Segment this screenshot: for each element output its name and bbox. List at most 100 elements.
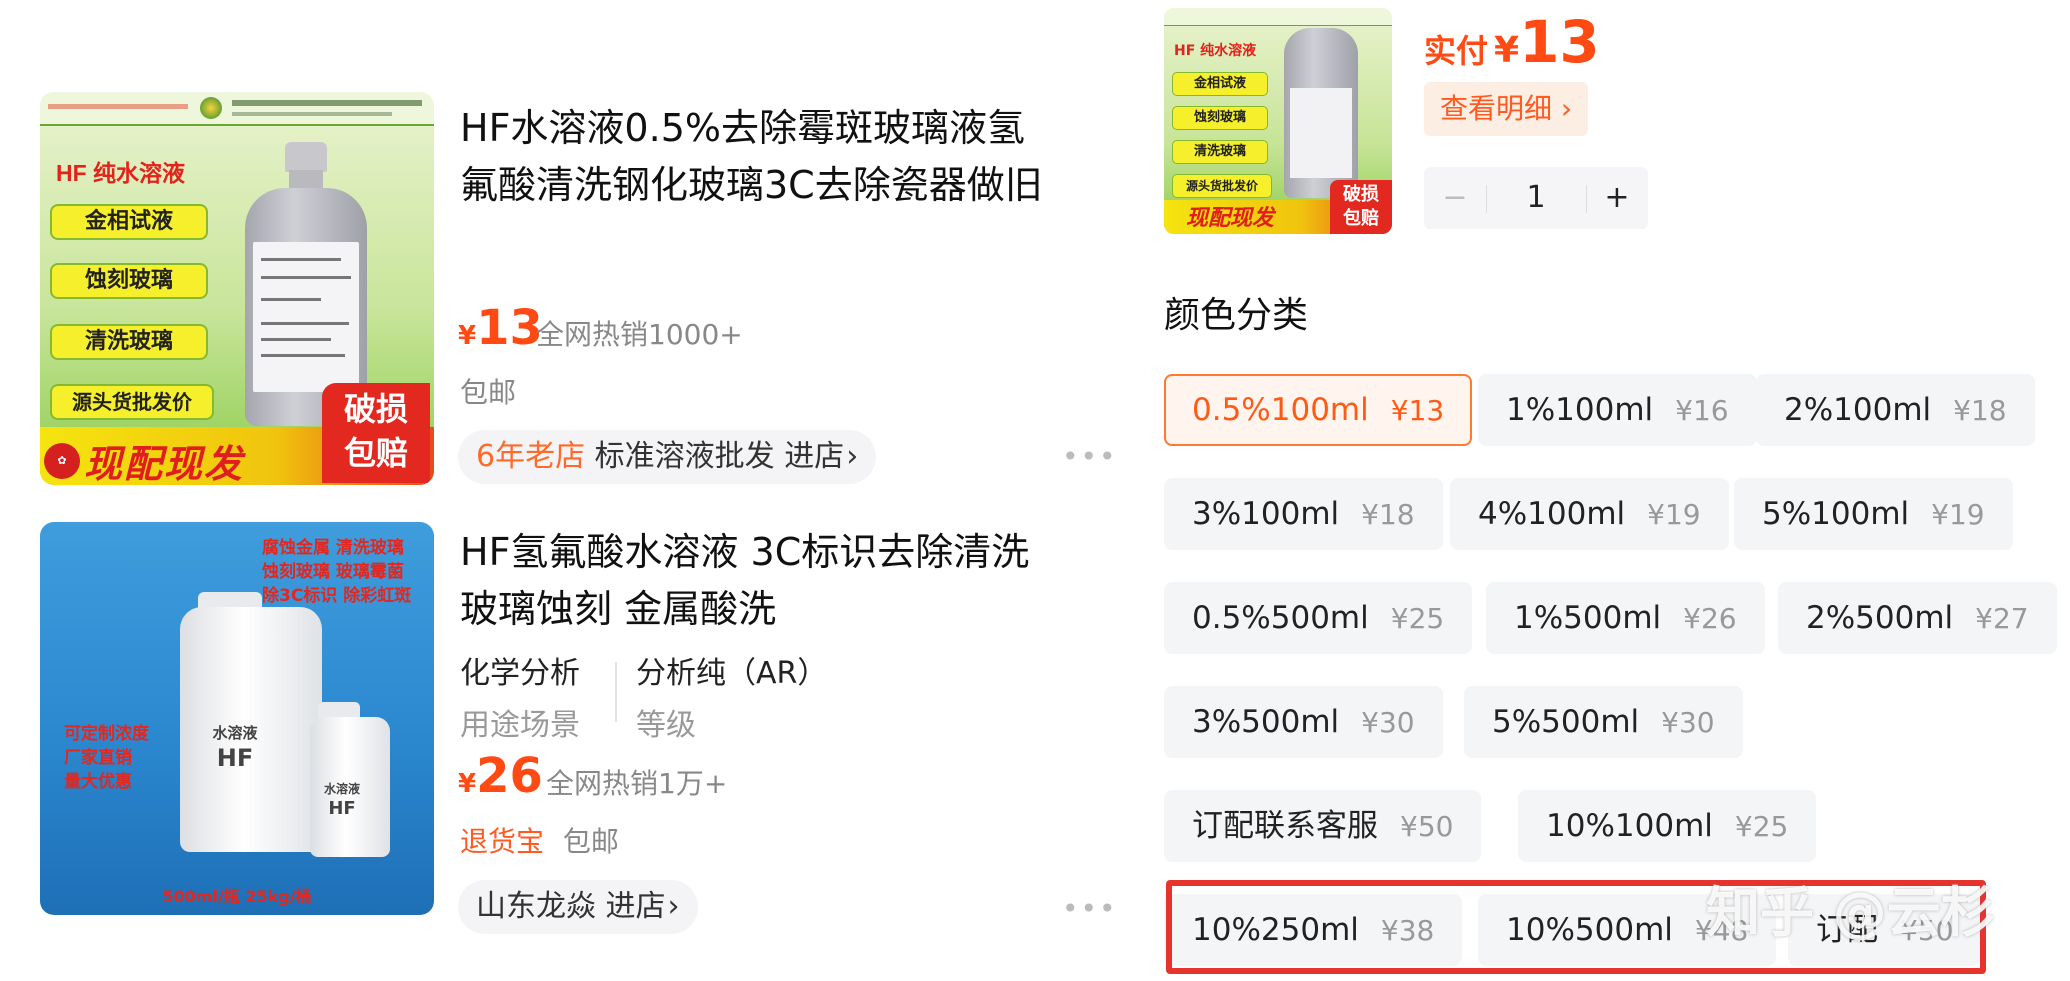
thumb-title: HF 纯水溶液 bbox=[1174, 43, 1257, 59]
paid-symbol: ¥ bbox=[1494, 30, 1520, 71]
option-price: ¥13 bbox=[1390, 394, 1445, 427]
option-name: 0.5%500ml bbox=[1192, 600, 1369, 636]
option-price: ¥18 bbox=[1953, 394, 2007, 427]
listing-1-title[interactable]: HF水溶液0.5%去除霉斑玻璃液氢 氟酸清洗钢化玻璃3C去除瓷器做旧 bbox=[460, 100, 1110, 214]
option-name: 订配联系客服 bbox=[1192, 808, 1378, 844]
sku-option-3-500ml[interactable]: 3%500ml ¥30 bbox=[1164, 686, 1443, 758]
sku-option-2-100ml[interactable]: 2%100ml ¥18 bbox=[1756, 374, 2035, 446]
image-red-text: 除3C标识 除彩虹斑 bbox=[262, 586, 412, 606]
listing-2-title[interactable]: HF氢氟酸水溶液 3C标识去除清洗 玻璃蚀刻 金属酸洗 bbox=[460, 524, 1110, 638]
plus-button[interactable]: + bbox=[1586, 167, 1648, 229]
broken-bottom: 包赔 bbox=[343, 434, 408, 472]
listing-1-sold: 全网热销1000+ bbox=[536, 318, 743, 351]
option-name: 4%100ml bbox=[1478, 496, 1626, 532]
thumb-badge: 清洗玻璃 bbox=[1172, 140, 1268, 164]
small-bottle-hf: HF bbox=[328, 798, 356, 819]
thumb-badge: 金相试液 bbox=[1172, 72, 1268, 96]
more-options-icon[interactable]: ••• bbox=[1062, 440, 1118, 473]
option-price: ¥26 bbox=[1683, 602, 1737, 635]
listing-1-shipping: 包邮 bbox=[460, 376, 517, 409]
image-red-text: 腐蚀金属 清洗玻璃 bbox=[262, 538, 404, 558]
big-bottle-hf: HF bbox=[216, 744, 254, 772]
shipping-badge: 包邮 bbox=[562, 825, 619, 858]
sku-option-5-500ml[interactable]: 5%500ml ¥30 bbox=[1464, 686, 1743, 758]
option-name: 1%100ml bbox=[1506, 392, 1654, 428]
chevron-right-icon: › bbox=[846, 439, 859, 474]
quantity-stepper: − 1 + bbox=[1424, 167, 1648, 229]
big-bottle-label: 水溶液 bbox=[212, 724, 258, 742]
listing-2-price: ¥26 bbox=[458, 748, 543, 804]
option-name: 3%100ml bbox=[1192, 496, 1340, 532]
spec-2-value: 分析纯（AR） bbox=[636, 656, 828, 691]
broken-top: 破损 bbox=[343, 390, 408, 428]
view-details-button[interactable]: 查看明细 › bbox=[1424, 82, 1589, 136]
enter-shop-label: 进店 bbox=[784, 439, 845, 474]
sku-option-custom-contact[interactable]: 订配联系客服 ¥50 bbox=[1164, 790, 1482, 862]
thumb-bottle-label bbox=[1290, 88, 1352, 178]
thumb-footer-text: 现配现发 bbox=[1186, 206, 1275, 231]
paid-value: 13 bbox=[1519, 8, 1600, 76]
sku-option-10-100ml[interactable]: 10%100ml ¥25 bbox=[1518, 790, 1817, 862]
image-banner bbox=[40, 92, 434, 126]
badge-clean-glass: 清洗玻璃 bbox=[50, 324, 208, 360]
option-name: 2%500ml bbox=[1806, 600, 1954, 636]
color-category-title: 颜色分类 bbox=[1164, 295, 1309, 336]
option-price: ¥27 bbox=[1975, 602, 2029, 635]
price-symbol: ¥ bbox=[458, 321, 477, 351]
sku-option-1-500ml[interactable]: 1%500ml ¥26 bbox=[1486, 582, 1765, 654]
title-line: HF水溶液0.5%去除霉斑玻璃液氢 bbox=[460, 106, 1025, 150]
title-line: HF氢氟酸水溶液 3C标识去除清洗 bbox=[460, 530, 1030, 574]
image-footer-text: 现配现发 bbox=[84, 442, 245, 485]
spec-1-value: 化学分析 bbox=[460, 656, 580, 691]
sku-option-0.5-100ml[interactable]: 0.5%100ml ¥13 bbox=[1164, 374, 1473, 446]
small-bottle-label: 水溶液 bbox=[323, 782, 360, 796]
option-name: 0.5%100ml bbox=[1192, 392, 1369, 428]
image-red-text: 蚀刻玻璃 玻璃霉菌 bbox=[262, 562, 404, 582]
option-price: ¥30 bbox=[1661, 706, 1715, 739]
option-price: ¥25 bbox=[1734, 810, 1789, 843]
thumb-broken-badge: 破损 包赔 bbox=[1330, 180, 1392, 234]
image-red-text: 可定制浓度 bbox=[64, 724, 149, 744]
product-image-2[interactable]: 腐蚀金属 清洗玻璃 蚀刻玻璃 玻璃霉菌 除3C标识 除彩虹斑 可定制浓度 厂家直… bbox=[40, 522, 434, 915]
option-price: ¥50 bbox=[1400, 810, 1454, 843]
sku-option-5-100ml[interactable]: 5%100ml ¥19 bbox=[1734, 478, 2013, 550]
sku-option-4-100ml[interactable]: 4%100ml ¥19 bbox=[1450, 478, 1729, 550]
badge-etch-glass: 蚀刻玻璃 bbox=[50, 263, 208, 299]
spec-divider bbox=[615, 662, 617, 722]
more-options-icon[interactable]: ••• bbox=[1062, 892, 1118, 925]
sku-option-0.5-500ml[interactable]: 0.5%500ml ¥25 bbox=[1164, 582, 1473, 654]
option-price: ¥30 bbox=[1361, 706, 1415, 739]
option-price: ¥18 bbox=[1361, 498, 1415, 531]
price-symbol: ¥ bbox=[458, 769, 477, 799]
option-name: 2%100ml bbox=[1784, 392, 1932, 428]
option-price: ¥19 bbox=[1647, 498, 1701, 531]
option-name: 1%500ml bbox=[1514, 600, 1662, 636]
listing-2-tags: 退货宝 包邮 bbox=[460, 820, 619, 860]
paid-amount: 实付 ¥13 bbox=[1424, 8, 1600, 76]
spec-2-name: 等级 bbox=[636, 708, 696, 743]
title-line: 氟酸清洗钢化玻璃3C去除瓷器做旧 bbox=[460, 163, 1043, 207]
thumb-badge: 源头货批发价 bbox=[1172, 174, 1272, 198]
title-line: 玻璃蚀刻 金属酸洗 bbox=[460, 587, 777, 631]
option-name: 5%100ml bbox=[1762, 496, 1910, 532]
sku-option-1-100ml[interactable]: 1%100ml ¥16 bbox=[1478, 374, 1757, 446]
chevron-right-icon: › bbox=[667, 889, 680, 924]
thumb-badge: 蚀刻玻璃 bbox=[1172, 106, 1268, 130]
option-name: 10%100ml bbox=[1546, 808, 1713, 844]
minus-button[interactable]: − bbox=[1424, 167, 1486, 229]
option-name: 5%500ml bbox=[1492, 704, 1640, 740]
sku-thumbnail[interactable]: HF 纯水溶液 金相试液 蚀刻玻璃 清洗玻璃 源头货批发价 现配现发 破损 包赔 bbox=[1164, 8, 1392, 234]
paid-label: 实付 bbox=[1424, 32, 1489, 70]
sku-option-3-100ml[interactable]: 3%100ml ¥18 bbox=[1164, 478, 1443, 550]
badge-wholesale: 源头货批发价 bbox=[50, 384, 214, 420]
listing-1-price: ¥13 bbox=[458, 300, 543, 356]
quantity-value[interactable]: 1 bbox=[1486, 167, 1586, 229]
sku-option-2-500ml[interactable]: 2%500ml ¥27 bbox=[1778, 582, 2057, 654]
listing-2-shop-chip[interactable]: 山东龙焱 进店› bbox=[458, 880, 698, 934]
option-price: ¥19 bbox=[1931, 498, 1985, 531]
thumb-broken-top: 破损 bbox=[1343, 184, 1379, 205]
image-red-text: 量大优惠 bbox=[64, 772, 132, 792]
watermark: 知乎 @云杉 bbox=[1706, 881, 1995, 944]
listing-1-shop-chip[interactable]: 6年老店 标准溶液批发 进店› bbox=[458, 430, 877, 484]
product-image-1[interactable]: HF 纯水溶液 金相试液 蚀刻玻璃 清洗玻璃 源头货批发价 ✿ 现配现发 破损 … bbox=[40, 92, 434, 485]
